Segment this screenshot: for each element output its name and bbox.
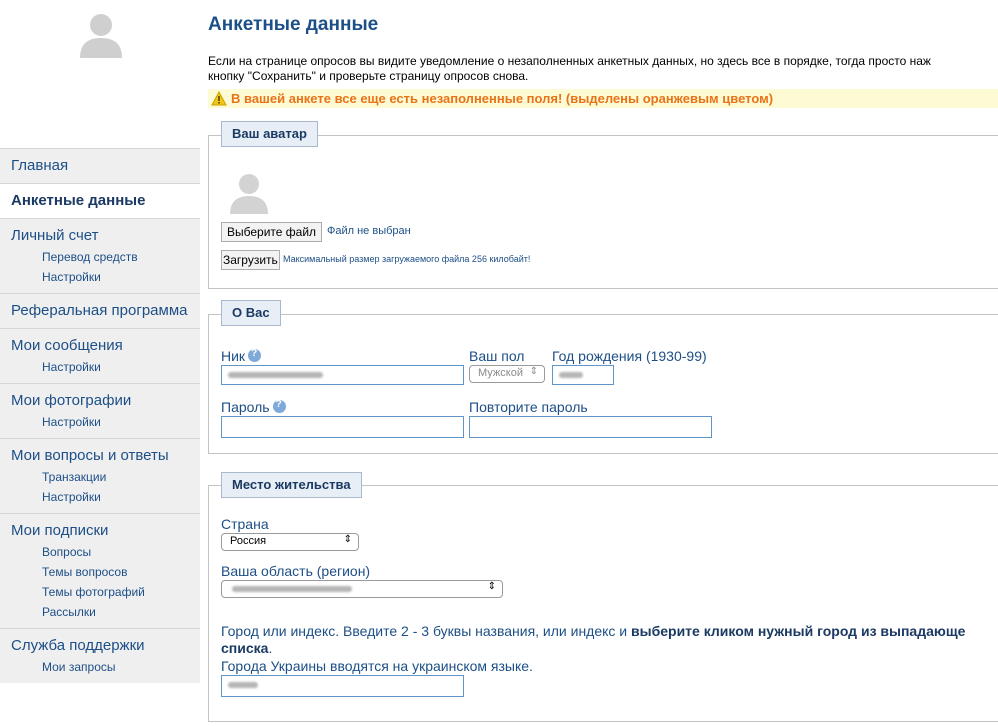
sidebar-item[interactable]: Мои подписки	[0, 520, 200, 542]
password-input[interactable]	[221, 416, 464, 438]
sidebar-item[interactable]: Личный счет	[0, 225, 200, 247]
city-input[interactable]	[221, 675, 464, 697]
nav-group: Реферальная программа	[0, 293, 200, 328]
main-content: Анкетные данные Если на странице опросов…	[208, 0, 998, 726]
sidebar-subitem[interactable]: Вопросы	[0, 542, 200, 562]
sidebar-subitem[interactable]: Транзакции	[0, 467, 200, 487]
avatar-placeholder-icon	[230, 174, 268, 214]
nav-group: Главная	[0, 148, 200, 183]
sidebar: Главная Анкетные данные Личный счет Перевод…	[0, 0, 200, 726]
nav-group: Служба поддержки Мои запросы	[0, 628, 200, 683]
city-hint-bold-2: списка	[221, 640, 269, 656]
sidebar-item[interactable]: Реферальная программа	[0, 300, 200, 322]
choose-file-button[interactable]: Выберите файл	[221, 222, 323, 242]
nick-label: Ник	[221, 348, 246, 364]
region-select[interactable]: ⇕	[221, 580, 503, 598]
nick-input[interactable]	[221, 365, 464, 385]
gender-value: Мужской	[478, 367, 523, 379]
about-section: О Вас Ник Ваш пол Мужской ⇕ Год рождения …	[208, 300, 998, 454]
nav-group: Личный счет Перевод средств Настройки	[0, 218, 200, 293]
sidebar-item[interactable]: Мои фотографии	[0, 390, 200, 412]
sidebar-subitem[interactable]: Рассылки	[0, 602, 200, 622]
nav-group: Анкетные данные	[0, 183, 200, 218]
country-label: Страна	[221, 516, 269, 532]
select-arrows-icon: ⇕	[529, 366, 538, 377]
residence-section-legend: Место жительства	[221, 472, 362, 498]
max-size-note: Максимальный размер загружаемого файла 2…	[283, 254, 531, 264]
intro-line-2: кнопку "Сохранить" и проверьте страницу …	[208, 69, 529, 83]
ukraine-note: Города Украины вводятся на украинском яз…	[221, 658, 533, 674]
sidebar-item[interactable]: Мои сообщения	[0, 335, 200, 357]
sidebar-subitem[interactable]: Настройки	[0, 412, 200, 432]
gender-label: Ваш пол	[469, 348, 525, 364]
upload-button[interactable]: Загрузить	[221, 250, 280, 270]
city-hint: Город или индекс. Введите 2 - 3 буквы на…	[221, 623, 998, 657]
nick-help-icon[interactable]	[248, 348, 262, 362]
nav-group: Мои фотографии Настройки	[0, 383, 200, 438]
select-arrows-icon: ⇕	[343, 534, 352, 545]
nav-group: Мои сообщения Настройки	[0, 328, 200, 383]
intro-text: Если на странице опросов вы видите уведо…	[208, 54, 998, 84]
sidebar-subitem[interactable]: Настройки	[0, 487, 200, 507]
gender-select[interactable]: Мужской ⇕	[469, 365, 545, 383]
sidebar-item[interactable]: Анкетные данные	[0, 190, 200, 212]
password-label-wrap: Пароль	[221, 399, 286, 415]
warning-icon	[211, 90, 227, 106]
nav-group: Мои подписки Вопросы Темы вопросов Темы фот…	[0, 513, 200, 628]
sidebar-item[interactable]: Мои вопросы и ответы	[0, 445, 200, 467]
sidebar-subitem[interactable]: Мои запросы	[0, 657, 200, 677]
password-help-icon[interactable]	[272, 399, 286, 413]
city-hint-dot: .	[268, 640, 273, 656]
birth-year-label: Год рождения (1930-99)	[552, 348, 707, 364]
repeat-password-input[interactable]	[469, 416, 712, 438]
repeat-password-label: Повторите пароль	[469, 399, 588, 415]
city-hint-plain: Город или индекс. Введите 2 - 3 буквы на…	[221, 623, 632, 639]
sidebar-subitem[interactable]: Перевод средств	[0, 247, 200, 267]
about-section-legend: О Вас	[221, 300, 281, 326]
residence-section: Место жительства Страна Россия ⇕ Ваша обл…	[208, 472, 998, 722]
avatar-section: Ваш аватар Выберите файл Файл не выбран …	[208, 121, 998, 289]
city-hint-bold: выберите кликом нужный город из выпадающ…	[631, 623, 966, 639]
nick-label-wrap: Ник	[221, 348, 262, 364]
sidebar-subitem[interactable]: Темы вопросов	[0, 562, 200, 582]
no-file-text: Файл не выбран	[327, 225, 411, 237]
warning-text: В вашей анкете все еще есть незаполненны…	[231, 91, 774, 106]
sidebar-subitem[interactable]: Настройки	[0, 357, 200, 377]
sidebar-item[interactable]: Служба поддержки	[0, 635, 200, 657]
warning-banner: В вашей анкете все еще есть незаполненны…	[208, 89, 998, 108]
intro-line-1: Если на странице опросов вы видите уведо…	[208, 54, 931, 68]
birth-year-input[interactable]	[552, 365, 614, 385]
user-avatar-icon	[80, 14, 122, 58]
avatar-section-legend: Ваш аватар	[221, 121, 318, 147]
sidebar-subitem[interactable]: Настройки	[0, 267, 200, 287]
region-label: Ваша область (регион)	[221, 563, 371, 579]
select-arrows-icon: ⇕	[487, 581, 496, 592]
password-label: Пароль	[221, 399, 270, 415]
country-select[interactable]: Россия ⇕	[221, 533, 359, 551]
sidebar-subitem[interactable]: Темы фотографий	[0, 582, 200, 602]
country-value: Россия	[230, 535, 267, 547]
page-title: Анкетные данные	[208, 14, 379, 35]
sidebar-nav: Главная Анкетные данные Личный счет Перевод…	[0, 148, 200, 683]
nav-group: Мои вопросы и ответы Транзакции Настройки	[0, 438, 200, 513]
sidebar-item[interactable]: Главная	[0, 155, 200, 177]
